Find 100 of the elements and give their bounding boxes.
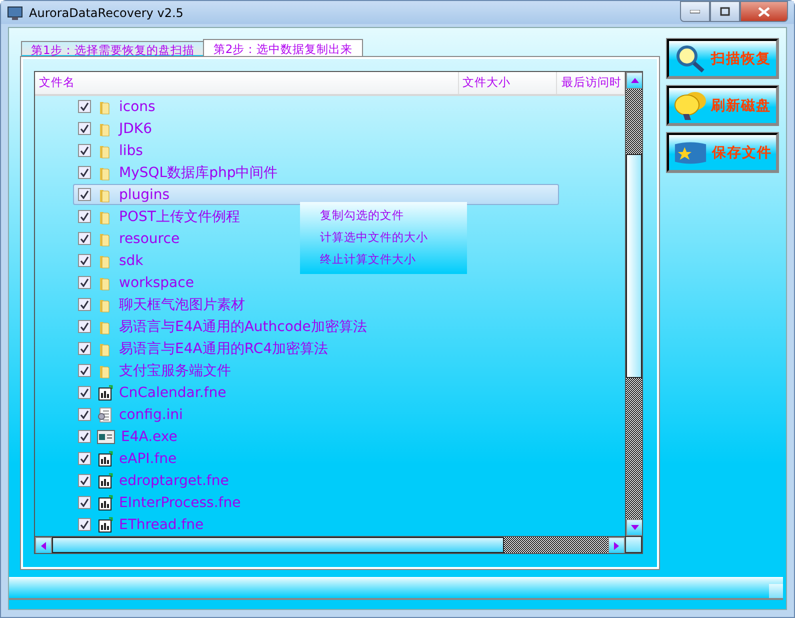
file-row[interactable]: edroptarget.fne [73, 470, 234, 491]
star-card-icon [673, 140, 708, 166]
file-row[interactable]: EInterProcess.fne [73, 492, 246, 513]
file-row[interactable]: resource [73, 228, 185, 249]
tab[interactable]: 第1步：选择需要恢复的盘扫描 [21, 41, 204, 57]
checkbox[interactable] [78, 430, 91, 443]
file-icon [97, 494, 113, 510]
file-name: resource [119, 230, 180, 246]
column-header[interactable]: 文件大小 [458, 72, 558, 94]
checkbox[interactable] [78, 254, 91, 267]
file-name: sdk [119, 252, 144, 268]
file-name: JDK6 [119, 120, 152, 136]
checkbox[interactable] [78, 122, 91, 135]
file-name: MySQL数据库php中间件 [119, 164, 278, 182]
scrollbar-corner [625, 536, 642, 553]
file-name: POST上传文件例程 [119, 208, 240, 226]
close-icon [758, 6, 770, 16]
checkbox[interactable] [78, 100, 91, 113]
checkbox[interactable] [78, 364, 91, 377]
menu-item[interactable]: 终止计算文件大小 [300, 249, 467, 271]
file-row[interactable]: eAPI.fne [73, 448, 182, 469]
file-row[interactable]: JDK6 [73, 118, 157, 139]
checkbox[interactable] [78, 166, 91, 179]
file-row[interactable]: EThread.fne [73, 514, 209, 535]
checkbox[interactable] [78, 408, 91, 421]
file-row[interactable]: workspace [73, 272, 199, 293]
right-arrow-icon [614, 542, 619, 550]
up-arrow-icon [630, 78, 638, 83]
file-name: 易语言与E4A通用的RC4加密算法 [119, 340, 328, 358]
tab[interactable]: 第2步：选中数据复制出来 [203, 39, 363, 57]
file-row[interactable]: icons [73, 96, 160, 117]
file-icon [97, 472, 113, 488]
file-row[interactable]: MySQL数据库php中间件 [73, 162, 283, 183]
checkbox[interactable] [78, 496, 91, 509]
menu-item[interactable]: 复制勾选的文件 [300, 205, 467, 227]
scrollbar-thumb[interactable] [52, 537, 504, 553]
down-arrow-icon [630, 525, 638, 530]
action-button[interactable]: 刷新磁盘 [667, 86, 778, 125]
maximize-button[interactable] [710, 1, 740, 22]
action-button[interactable]: 扫描恢复 [667, 39, 778, 78]
checkbox[interactable] [78, 386, 91, 399]
file-row[interactable]: 易语言与E4A通用的Authcode加密算法 [73, 316, 372, 337]
minimize-icon [690, 10, 700, 14]
checkbox[interactable] [78, 474, 91, 487]
column-header[interactable]: 文件名 [35, 72, 459, 94]
app-icon [7, 4, 23, 20]
file-icon [97, 384, 113, 400]
file-name: plugins [119, 186, 170, 202]
checkbox[interactable] [78, 144, 91, 157]
checkbox[interactable] [78, 210, 91, 223]
resize-grip[interactable] [769, 584, 783, 598]
checkbox[interactable] [78, 298, 91, 311]
settings-file-icon [97, 406, 113, 422]
left-arrow-icon [41, 542, 46, 550]
action-button[interactable]: 保存文件 [667, 133, 778, 172]
file-row[interactable]: plugins [73, 184, 559, 205]
scroll-right-button[interactable] [608, 537, 625, 553]
file-name: 支付宝服务端文件 [119, 362, 231, 380]
speech-bubbles-icon [673, 90, 707, 122]
file-row[interactable]: 支付宝服务端文件 [73, 360, 236, 381]
checkbox[interactable] [78, 232, 91, 245]
file-name: EInterProcess.fne [119, 494, 241, 510]
checkbox[interactable] [78, 452, 91, 465]
scroll-up-button[interactable] [626, 72, 642, 89]
file-row[interactable]: 易语言与E4A通用的RC4加密算法 [73, 338, 334, 359]
file-name: eAPI.fne [119, 450, 177, 466]
file-row[interactable]: sdk [73, 250, 148, 271]
checkbox[interactable] [78, 276, 91, 289]
window-icon [97, 430, 115, 444]
file-name: 聊天框气泡图片素材 [119, 296, 245, 314]
window-title: AuroraDataRecovery v2.5 [29, 6, 184, 20]
file-name: EThread.fne [119, 516, 204, 532]
file-name: config.ini [119, 406, 183, 422]
file-row[interactable]: libs [73, 140, 148, 161]
file-name: edroptarget.fne [119, 472, 229, 488]
checkbox[interactable] [78, 518, 91, 531]
checkbox[interactable] [78, 320, 91, 333]
file-icon [97, 516, 113, 532]
checkbox[interactable] [78, 188, 91, 201]
file-name: E4A.exe [121, 428, 178, 444]
file-name: CnCalendar.fne [119, 384, 226, 400]
file-name: workspace [119, 274, 194, 290]
maximize-icon [720, 7, 730, 16]
file-row[interactable]: POST上传文件例程 [73, 206, 245, 227]
file-row[interactable]: E4A.exe [73, 426, 182, 447]
minimize-button[interactable] [680, 1, 710, 22]
scroll-left-button[interactable] [35, 537, 52, 553]
scrollbar-thumb[interactable] [626, 154, 642, 378]
file-row[interactable]: CnCalendar.fne [73, 382, 232, 403]
close-button[interactable] [740, 1, 788, 22]
checkbox[interactable] [78, 342, 91, 355]
file-name: icons [119, 98, 156, 114]
scroll-down-button[interactable] [626, 519, 642, 536]
file-name: libs [119, 142, 143, 158]
file-name: 易语言与E4A通用的Authcode加密算法 [119, 318, 367, 336]
menu-item[interactable]: 计算选中文件的大小 [300, 227, 467, 249]
file-icon [97, 450, 113, 466]
file-row[interactable]: 聊天框气泡图片素材 [73, 294, 250, 315]
file-row[interactable]: config.ini [73, 404, 188, 425]
column-header[interactable]: 最后访问时 [557, 72, 625, 94]
